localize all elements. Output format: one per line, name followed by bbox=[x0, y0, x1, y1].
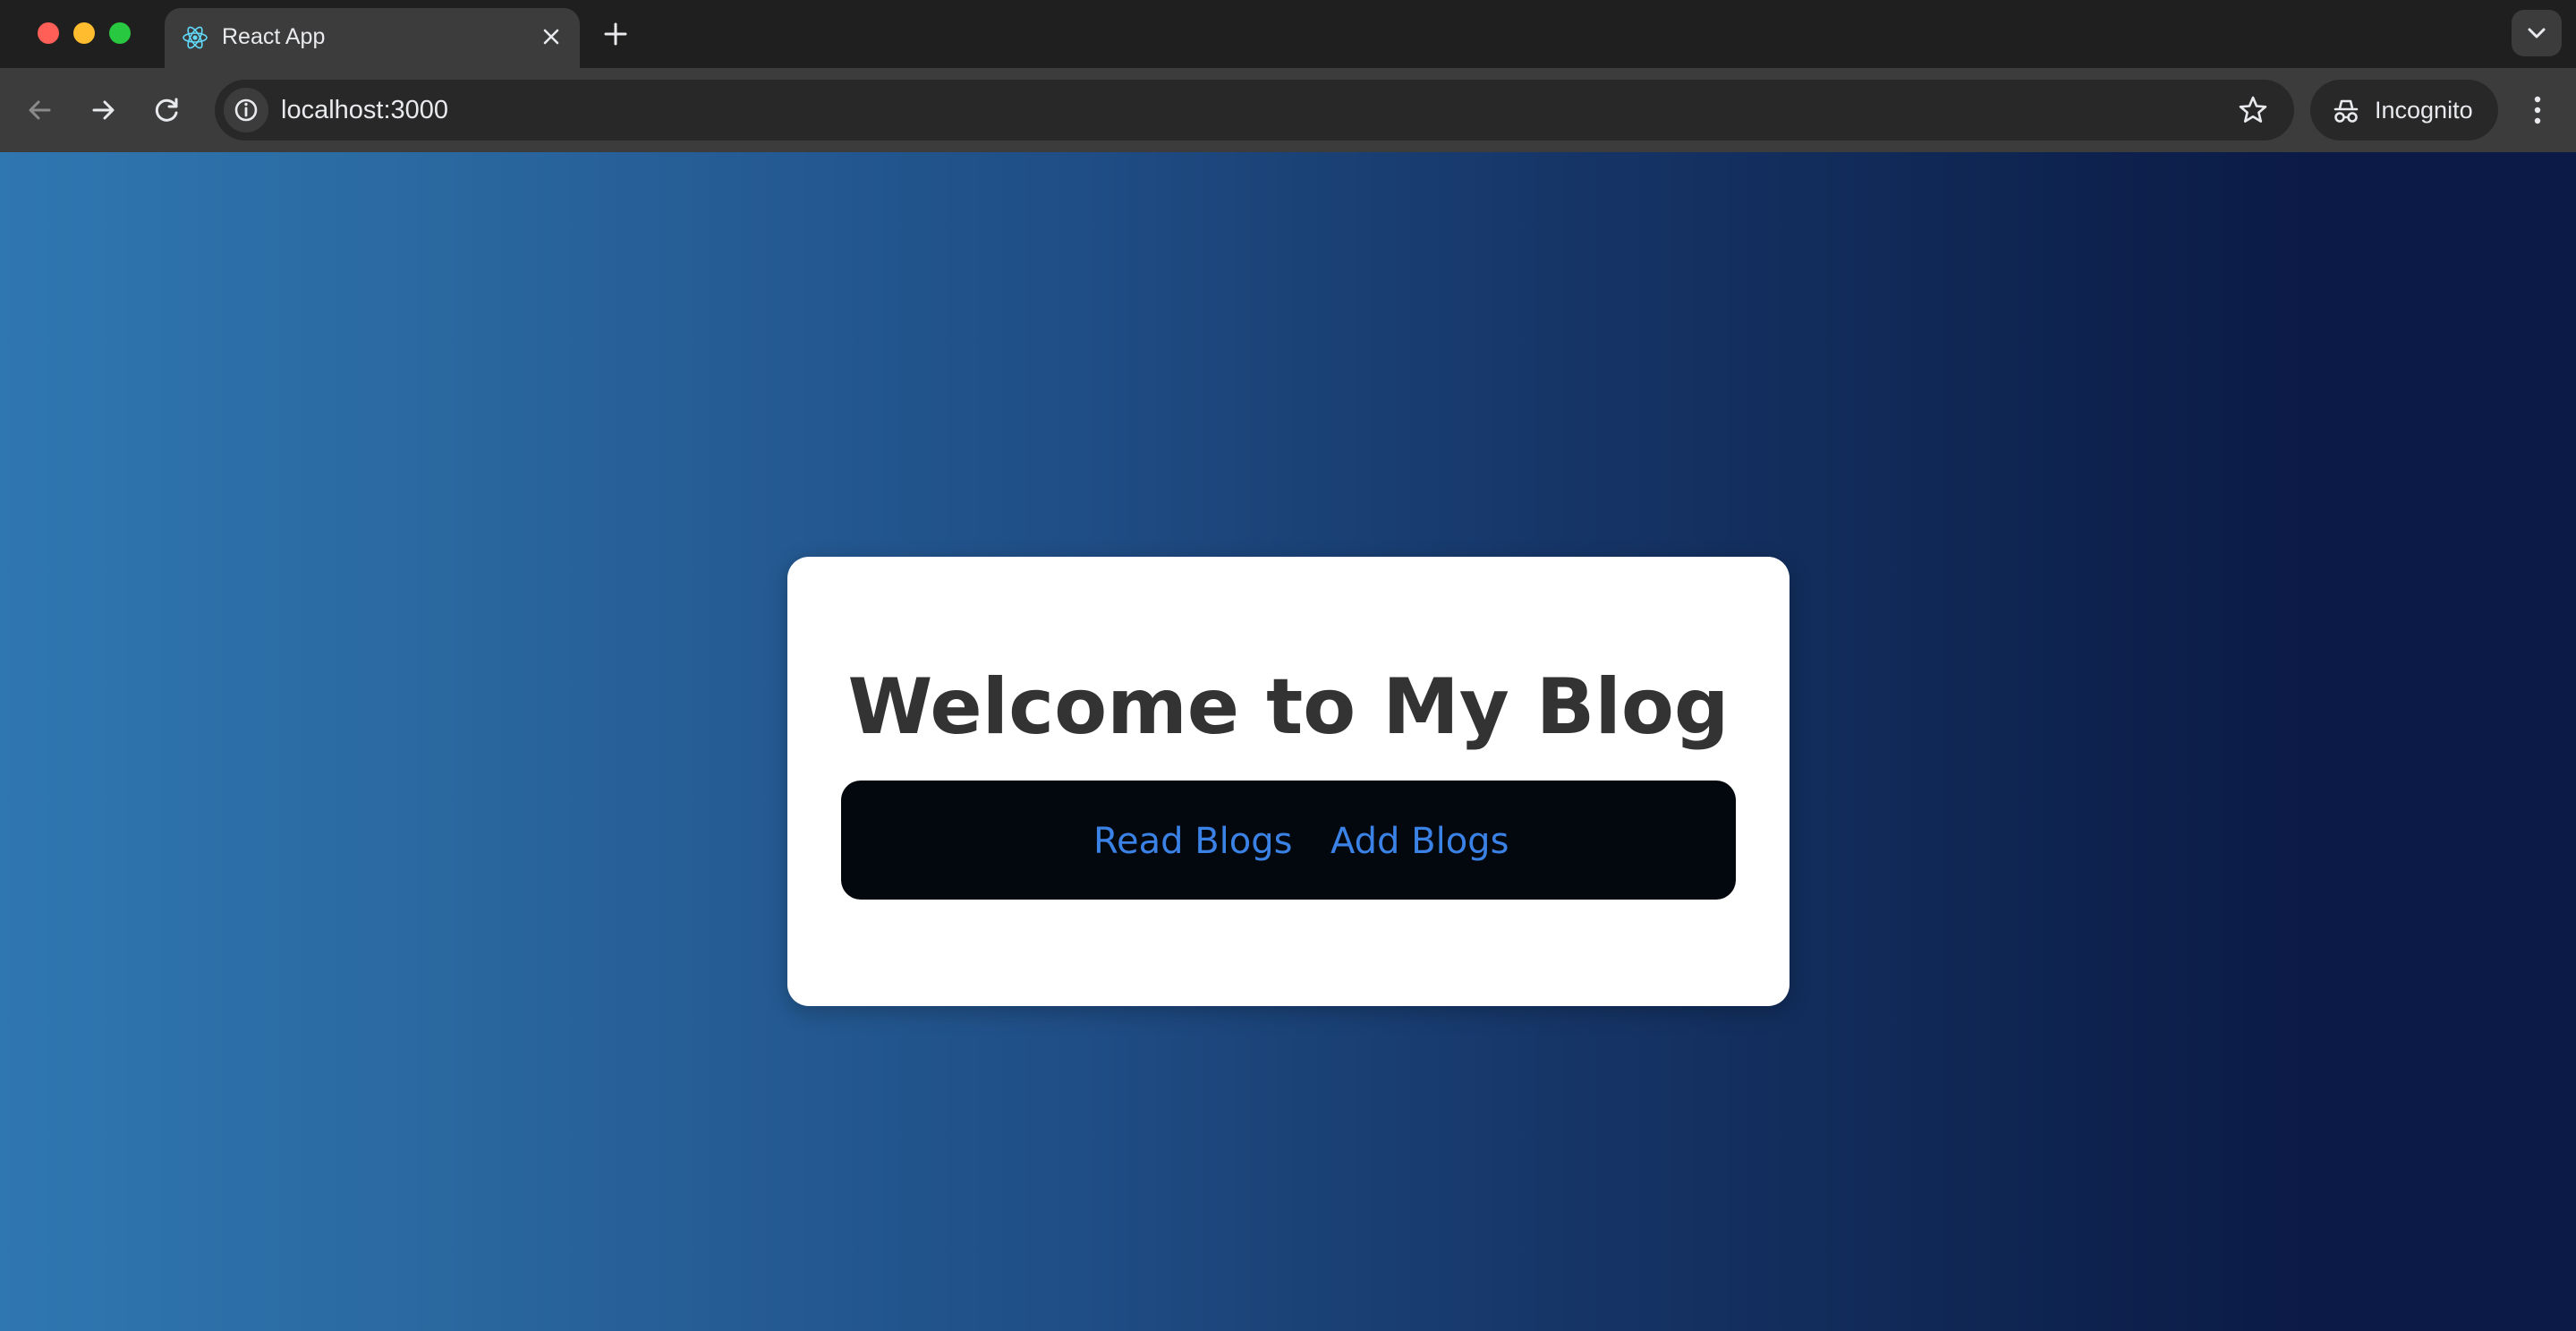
page-title: Welcome to My Blog bbox=[847, 662, 1730, 752]
url-text[interactable]: localhost:3000 bbox=[281, 94, 448, 126]
tab-search-button[interactable] bbox=[2512, 10, 2562, 56]
close-icon[interactable] bbox=[537, 22, 565, 51]
tab-title: React App bbox=[222, 24, 326, 49]
info-icon[interactable] bbox=[224, 88, 268, 132]
minimize-window-button[interactable] bbox=[73, 22, 95, 44]
incognito-label: Incognito bbox=[2375, 97, 2473, 124]
browser-window: React App localhost:3000 Incognito Welco… bbox=[0, 0, 2576, 1331]
address-bar[interactable]: localhost:3000 bbox=[215, 80, 2294, 141]
incognito-badge[interactable]: Incognito bbox=[2310, 80, 2498, 141]
reload-icon[interactable] bbox=[145, 88, 190, 132]
plus-icon[interactable] bbox=[598, 16, 633, 52]
browser-toolbar: localhost:3000 Incognito bbox=[0, 68, 2576, 152]
back-arrow-icon[interactable] bbox=[18, 88, 63, 132]
page-viewport: Welcome to My Blog Read Blogs Add Blogs bbox=[0, 152, 2576, 1331]
read-blogs-link[interactable]: Read Blogs bbox=[1093, 820, 1292, 863]
react-logo-icon bbox=[181, 23, 209, 52]
close-window-button[interactable] bbox=[38, 22, 59, 44]
incognito-icon bbox=[2330, 95, 2362, 127]
vertical-dots-icon[interactable] bbox=[2520, 88, 2555, 132]
blog-navbar: Read Blogs Add Blogs bbox=[841, 781, 1736, 900]
tab-strip: React App bbox=[0, 0, 2576, 68]
star-icon[interactable] bbox=[2235, 92, 2271, 128]
tab-react-app[interactable]: React App bbox=[165, 8, 580, 68]
welcome-card: Welcome to My Blog Read Blogs Add Blogs bbox=[787, 557, 1790, 1006]
chevron-down-icon bbox=[2528, 28, 2546, 38]
zoom-window-button[interactable] bbox=[109, 22, 131, 44]
forward-arrow-icon[interactable] bbox=[81, 88, 125, 132]
add-blogs-link[interactable]: Add Blogs bbox=[1331, 820, 1509, 863]
